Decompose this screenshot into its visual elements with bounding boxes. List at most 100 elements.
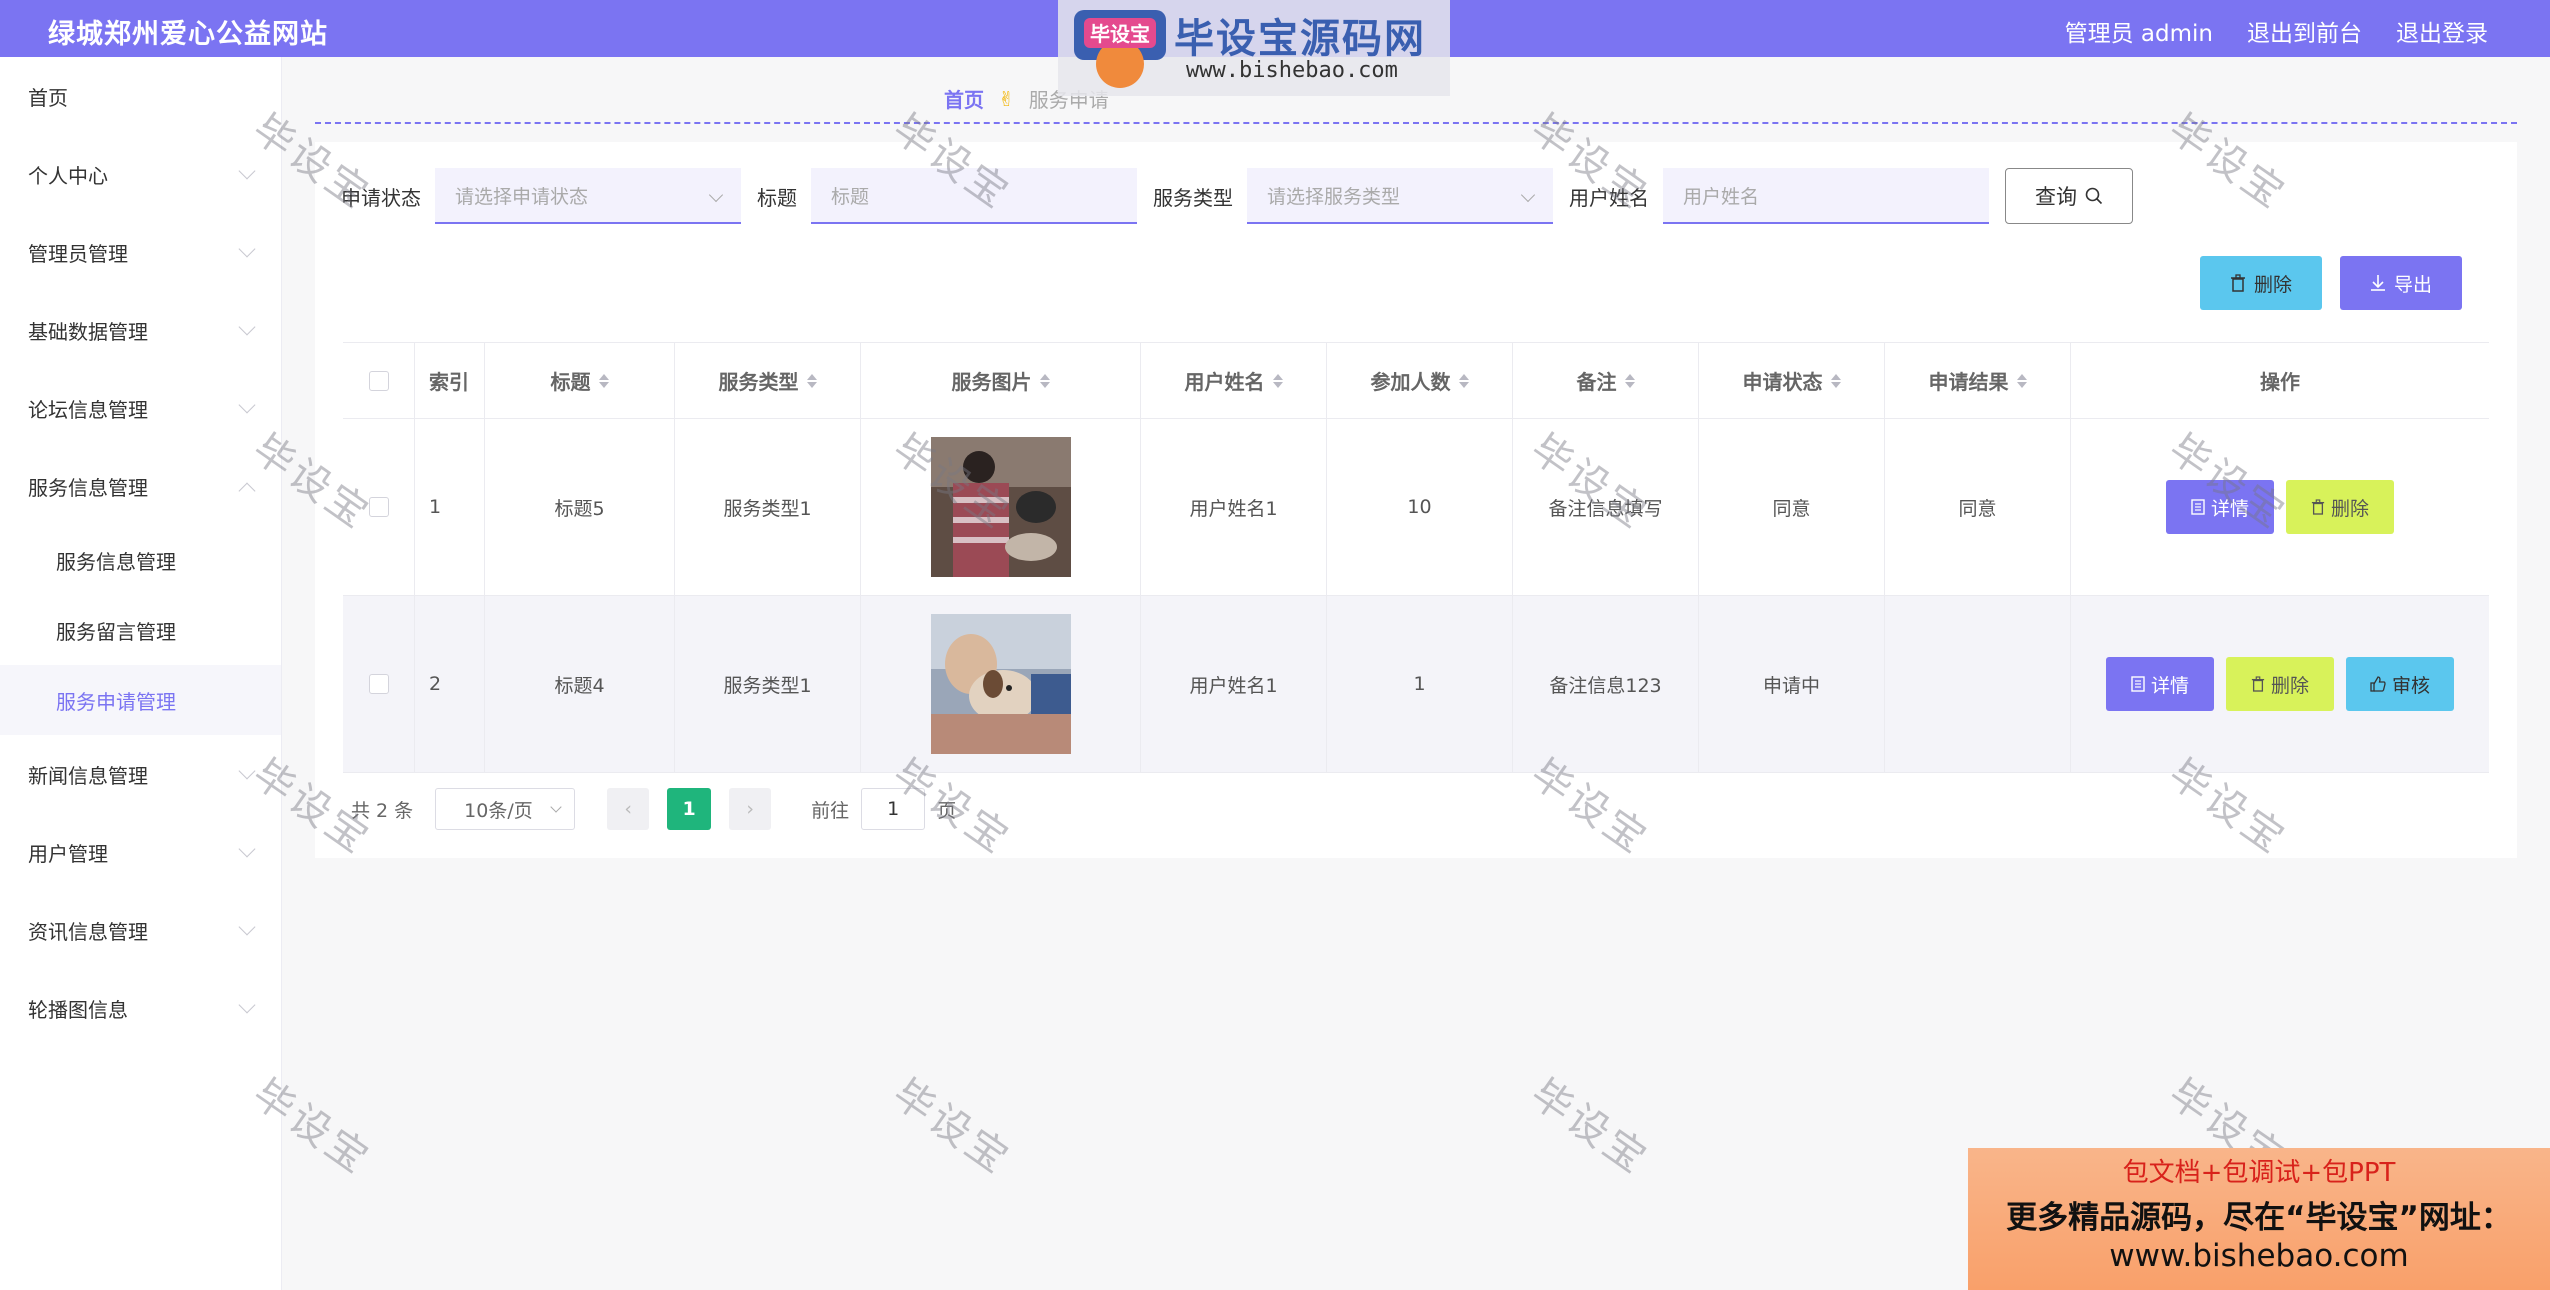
export-button[interactable]: 导出 xyxy=(2340,256,2462,310)
service-photo[interactable] xyxy=(930,614,1071,754)
sidebar-item-profile[interactable]: 个人中心 xyxy=(0,135,281,213)
header-user[interactable]: 用户姓名 xyxy=(1141,343,1327,418)
row-user: 用户姓名1 xyxy=(1141,419,1327,595)
row-result xyxy=(1885,596,2071,772)
chevron-down-icon xyxy=(238,396,256,414)
sidebar-item-home[interactable]: 首页 xyxy=(0,57,281,135)
sort-icon[interactable] xyxy=(1830,373,1841,388)
delete-button[interactable]: 删除 xyxy=(2226,657,2334,711)
header-ops: 操作 xyxy=(2071,343,2489,418)
ad-line-2: 更多精品源码，尽在“毕设宝”网址： xyxy=(2006,1200,2512,1236)
sort-icon[interactable] xyxy=(1272,373,1283,388)
user-input[interactable]: 用户姓名 xyxy=(1663,168,1989,224)
sort-icon[interactable] xyxy=(2016,373,2027,388)
search-bar: 申请状态 请选择申请状态 标题 标题 服务类型 请选择服务类型 用户姓名 用户姓… xyxy=(341,168,2133,224)
sidebar-item-label: 首页 xyxy=(28,85,68,110)
status-select[interactable]: 请选择申请状态 xyxy=(435,168,741,224)
sort-icon[interactable] xyxy=(806,373,817,388)
document-icon xyxy=(2191,499,2205,515)
sidebar-subitem-service-info[interactable]: 服务信息管理 xyxy=(0,525,281,595)
delete-button[interactable]: 删除 xyxy=(2286,480,2394,534)
row-user: 用户姓名1 xyxy=(1141,596,1327,772)
sidebar-item-forum[interactable]: 论坛信息管理 xyxy=(0,369,281,447)
delete-button-label: 删除 xyxy=(2330,497,2369,520)
sidebar-item-carousel[interactable]: 轮播图信息 xyxy=(0,969,281,1047)
table-header-row: 索引 标题 服务类型 服务图片 用户姓名 参加人数 备注 申请状态 申请结果 操… xyxy=(343,343,2489,419)
delete-button-label: 删除 xyxy=(2270,674,2309,697)
watermark-text: 毕设宝 xyxy=(884,1070,1019,1184)
chevron-down-icon xyxy=(238,240,256,258)
sidebar-item-basic-data[interactable]: 基础数据管理 xyxy=(0,291,281,369)
user-input-placeholder: 用户姓名 xyxy=(1683,185,1760,208)
row-checkbox[interactable] xyxy=(368,674,389,694)
batch-delete-button[interactable]: 删除 xyxy=(2200,256,2322,310)
header-count-label: 参加人数 xyxy=(1370,370,1451,394)
download-icon xyxy=(2370,275,2385,291)
header-result[interactable]: 申请结果 xyxy=(1885,343,2071,418)
row-checkbox-cell xyxy=(343,596,415,772)
sidebar-subitem-label: 服务留言管理 xyxy=(56,619,176,644)
sidebar-item-users[interactable]: 用户管理 xyxy=(0,813,281,891)
prev-page-button[interactable]: ‹ xyxy=(607,788,650,830)
chevron-down-icon xyxy=(238,162,256,180)
header-title[interactable]: 标题 xyxy=(485,343,675,418)
type-select[interactable]: 请选择服务类型 xyxy=(1247,168,1553,224)
admin-label[interactable]: 管理员 admin xyxy=(2065,14,2213,48)
type-filter-label: 服务类型 xyxy=(1153,185,1233,210)
to-front-link[interactable]: 退出到前台 xyxy=(2247,14,2362,48)
service-photo[interactable] xyxy=(930,437,1071,577)
chevron-right-icon: › xyxy=(746,798,754,820)
breadcrumb-home[interactable]: 首页 xyxy=(944,84,984,113)
header-note[interactable]: 备注 xyxy=(1513,343,1699,418)
type-select-placeholder: 请选择服务类型 xyxy=(1267,185,1401,208)
watermark-badge-icon: 毕设宝 xyxy=(1074,10,1166,88)
sidebar-item-news[interactable]: 新闻信息管理 xyxy=(0,735,281,813)
sidebar-subitem-service-apply[interactable]: 服务申请管理 xyxy=(0,665,281,735)
trash-icon xyxy=(2251,676,2265,692)
next-page-button[interactable]: › xyxy=(729,788,772,830)
header-user-label: 用户姓名 xyxy=(1184,370,1265,394)
row-status: 申请中 xyxy=(1699,596,1885,772)
sidebar-item-label: 论坛信息管理 xyxy=(28,397,148,422)
chevron-down-icon xyxy=(550,801,562,813)
sidebar-item-service[interactable]: 服务信息管理 xyxy=(0,447,281,525)
content-card: 申请状态 请选择申请状态 标题 标题 服务类型 请选择服务类型 用户姓名 用户姓… xyxy=(315,142,2517,858)
thumbs-up-icon xyxy=(2370,676,2386,692)
query-button-label: 查询 xyxy=(2035,185,2077,209)
sidebar-item-info[interactable]: 资讯信息管理 xyxy=(0,891,281,969)
row-checkbox[interactable] xyxy=(368,497,389,517)
goto-page-input[interactable]: 1 xyxy=(861,788,926,830)
ad-line-3: www.bishebao.com xyxy=(2109,1238,2409,1274)
row-checkbox-cell xyxy=(343,419,415,595)
sidebar-item-admins[interactable]: 管理员管理 xyxy=(0,213,281,291)
sidebar-subitem-label: 服务信息管理 xyxy=(56,549,176,574)
page-size-select[interactable]: 10条/页 xyxy=(435,788,576,830)
page-number-button[interactable]: 1 xyxy=(667,788,712,830)
audit-button[interactable]: 审核 xyxy=(2346,657,2454,711)
row-type: 服务类型1 xyxy=(675,419,861,595)
sort-icon[interactable] xyxy=(598,373,609,388)
detail-button[interactable]: 详情 xyxy=(2106,657,2214,711)
select-all-checkbox[interactable] xyxy=(368,370,389,391)
sort-icon[interactable] xyxy=(1624,373,1635,388)
logout-link[interactable]: 退出登录 xyxy=(2396,14,2488,48)
header-image[interactable]: 服务图片 xyxy=(861,343,1141,418)
header-status[interactable]: 申请状态 xyxy=(1699,343,1885,418)
row-index: 2 xyxy=(415,596,485,772)
select-all-cell xyxy=(343,343,415,418)
sidebar-item-label: 管理员管理 xyxy=(28,241,128,266)
header-count[interactable]: 参加人数 xyxy=(1327,343,1513,418)
detail-button[interactable]: 详情 xyxy=(2166,480,2274,534)
header-status-label: 申请状态 xyxy=(1742,370,1823,394)
row-title: 标题5 xyxy=(485,419,675,595)
trash-icon xyxy=(2311,499,2325,515)
status-select-placeholder: 请选择申请状态 xyxy=(455,185,589,208)
header-type[interactable]: 服务类型 xyxy=(675,343,861,418)
sidebar-subitem-service-message[interactable]: 服务留言管理 xyxy=(0,595,281,665)
sort-icon[interactable] xyxy=(1039,373,1050,388)
sort-icon[interactable] xyxy=(1458,373,1469,388)
breadcrumb-separator-icon: ✌ xyxy=(998,86,1015,111)
site-brand: 绿城郑州爱心公益网站 xyxy=(48,19,328,50)
query-button[interactable]: 查询 xyxy=(2005,168,2133,224)
title-input[interactable]: 标题 xyxy=(811,168,1137,224)
